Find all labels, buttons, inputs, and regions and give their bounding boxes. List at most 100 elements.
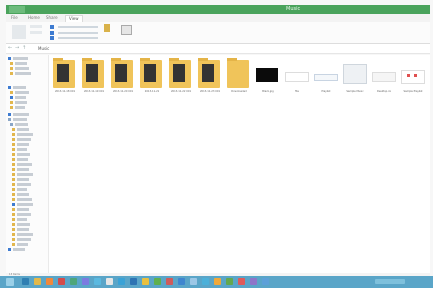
tile-label: 2013-11-20 001	[112, 90, 134, 93]
app-icon[interactable]	[142, 278, 149, 285]
nav-item-pictures[interactable]	[6, 101, 48, 105]
tile-label: 2013-11-23 001	[199, 90, 221, 93]
breadcrumb[interactable]: Music	[38, 45, 49, 52]
computer-icon	[8, 118, 11, 121]
nav-item-folder[interactable]	[6, 213, 48, 217]
ribbon-option[interactable]	[58, 32, 98, 34]
folder-icon	[12, 163, 15, 166]
nav-item-folder[interactable]	[6, 223, 48, 227]
app-icon[interactable]	[70, 278, 77, 285]
nav-item-folder[interactable]	[6, 188, 48, 192]
drive-icon	[10, 123, 13, 126]
nav-item-folder[interactable]	[6, 143, 48, 147]
nav-item-label	[17, 198, 32, 201]
nav-item-videos[interactable]	[6, 106, 48, 110]
ribbon-option[interactable]	[58, 26, 98, 28]
tab-share[interactable]: Share	[46, 15, 58, 21]
app-icon[interactable]	[58, 278, 65, 285]
nav-item-folder[interactable]	[6, 163, 48, 167]
ribbon-button[interactable]	[12, 25, 26, 39]
app-icon[interactable]	[190, 278, 197, 285]
nav-item-folder[interactable]	[6, 183, 48, 187]
nav-item-folder[interactable]	[6, 153, 48, 157]
nav-item-label	[17, 163, 32, 166]
nav-item-folder[interactable]	[6, 148, 48, 152]
nav-item-music[interactable]	[6, 96, 48, 100]
forward-icon[interactable]: →	[15, 46, 20, 51]
app-icon[interactable]	[82, 278, 89, 285]
tab-file[interactable]: File	[11, 15, 18, 21]
nav-item-libraries[interactable]	[6, 86, 48, 90]
nav-item-label	[15, 123, 28, 126]
ribbon-icon[interactable]	[104, 24, 110, 32]
file-list-view: 2013-11-18 001 2013-11-19 001 2013-11-20…	[49, 55, 430, 273]
up-icon[interactable]: ↑	[22, 46, 27, 51]
nav-item-folder[interactable]	[6, 193, 48, 197]
quick-access-toolbar[interactable]	[9, 6, 25, 13]
nav-item-homegroup[interactable]	[6, 113, 48, 117]
folder-icon	[198, 58, 220, 88]
address-bar[interactable]: ← → ↑ Music	[6, 44, 430, 54]
app-icon[interactable]	[226, 278, 233, 285]
ribbon-button[interactable]	[30, 31, 42, 34]
window-title-bar[interactable]: Music	[6, 5, 430, 14]
nav-item-folder[interactable]	[6, 203, 48, 207]
app-icon[interactable]	[106, 278, 113, 285]
nav-item-documents[interactable]	[6, 91, 48, 95]
nav-item-label	[17, 148, 27, 151]
app-icon[interactable]	[262, 278, 269, 285]
tile-label: 2013-11-18 001	[54, 90, 76, 93]
nav-item-folder[interactable]	[6, 133, 48, 137]
tab-view[interactable]: View	[65, 15, 83, 22]
tab-home[interactable]: Home	[28, 15, 40, 21]
nav-item-folder[interactable]	[6, 243, 48, 247]
nav-item-folder[interactable]	[6, 228, 48, 232]
nav-item-folder[interactable]	[6, 218, 48, 222]
back-icon[interactable]: ←	[8, 46, 13, 51]
app-icon[interactable]	[94, 278, 101, 285]
nav-item-desktop[interactable]	[6, 62, 48, 66]
nav-item-recent[interactable]	[6, 72, 48, 76]
app-icon[interactable]	[154, 278, 161, 285]
app-icon[interactable]	[118, 278, 125, 285]
nav-item-favourites[interactable]	[6, 57, 48, 61]
nav-item-folder[interactable]	[6, 158, 48, 162]
app-icon[interactable]	[202, 278, 209, 285]
nav-item-folder[interactable]	[6, 178, 48, 182]
nav-item-folder[interactable]	[6, 168, 48, 172]
ribbon-option[interactable]	[58, 37, 98, 39]
app-icon[interactable]	[214, 278, 221, 285]
ie-icon[interactable]	[22, 278, 29, 285]
ribbon-icon[interactable]	[50, 25, 54, 29]
system-tray[interactable]	[375, 279, 405, 284]
nav-item-folder[interactable]	[6, 208, 48, 212]
ribbon-icon[interactable]	[50, 36, 54, 40]
nav-item-network[interactable]	[6, 248, 48, 252]
nav-item-computer[interactable]	[6, 118, 48, 122]
nav-item-folder[interactable]	[6, 198, 48, 202]
desktop-screen: Music File Home Share View ← → ↑ Music 2…	[0, 0, 433, 288]
start-button[interactable]	[6, 278, 14, 286]
app-icon[interactable]	[250, 278, 257, 285]
nav-item-local-disk[interactable]	[6, 123, 48, 127]
tile-label: Playlist	[321, 90, 331, 93]
photo-thumbnail	[57, 64, 69, 82]
nav-item-downloads[interactable]	[6, 67, 48, 71]
explorer-icon[interactable]	[34, 278, 41, 285]
nav-item-folder[interactable]	[6, 233, 48, 237]
nav-item-folder[interactable]	[6, 238, 48, 242]
nav-item-folder[interactable]	[6, 128, 48, 132]
nav-item-folder[interactable]	[6, 173, 48, 177]
ribbon-icon[interactable]	[121, 25, 132, 35]
nav-item-folder[interactable]	[6, 138, 48, 142]
ribbon-button[interactable]	[30, 25, 42, 28]
folder-icon	[12, 173, 15, 176]
photo-thumbnail	[115, 64, 127, 82]
ribbon-icon[interactable]	[50, 31, 54, 35]
app-icon[interactable]	[238, 278, 245, 285]
app-icon[interactable]	[178, 278, 185, 285]
media-icon[interactable]	[46, 278, 53, 285]
photo-thumbnail	[86, 64, 98, 82]
app-icon[interactable]	[166, 278, 173, 285]
app-icon[interactable]	[130, 278, 137, 285]
